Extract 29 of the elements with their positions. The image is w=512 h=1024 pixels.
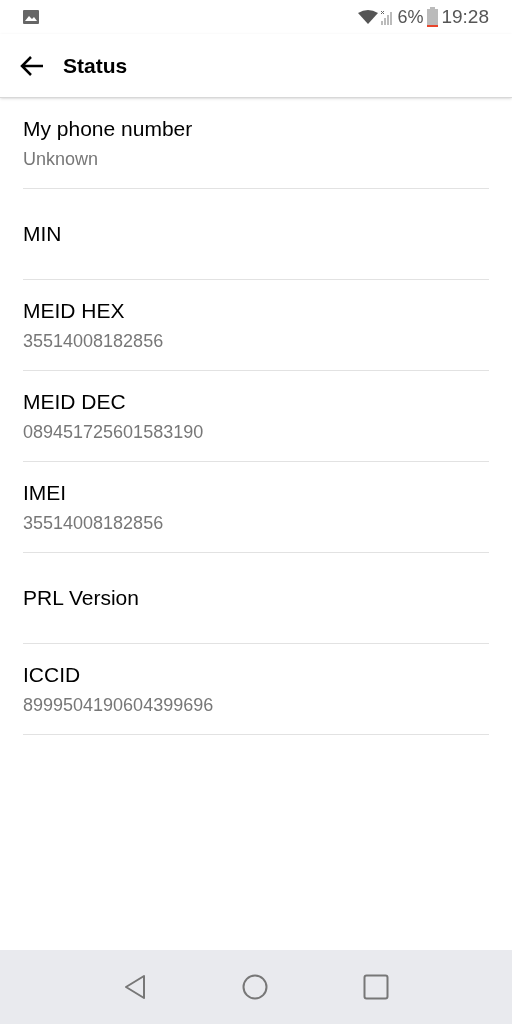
recent-apps-button[interactable] — [363, 974, 389, 1000]
item-label: IMEI — [23, 480, 68, 506]
item-value: 35514008182856 — [23, 512, 165, 535]
screen-title: Status — [63, 52, 128, 79]
home-button[interactable] — [242, 974, 268, 1000]
item-value: 8999504190604399696 — [23, 694, 215, 717]
battery-percent: 6% — [397, 5, 424, 29]
battery-icon — [427, 7, 439, 27]
list-item[interactable]: MEID DEC 089451725601583190 — [23, 371, 489, 462]
item-label: ICCID — [23, 662, 82, 688]
item-label: PRL Version — [23, 585, 140, 611]
item-label: MIN — [23, 221, 63, 247]
list-item[interactable]: MEID HEX 35514008182856 — [23, 280, 489, 371]
item-value: Unknown — [23, 148, 100, 171]
list-item[interactable]: My phone number Unknown — [23, 98, 489, 189]
signal-icon — [380, 9, 395, 25]
list-item[interactable]: ICCID 8999504190604399696 — [23, 644, 489, 735]
item-value: 089451725601583190 — [23, 421, 205, 444]
clock: 19:28 — [441, 4, 489, 29]
back-nav-button[interactable] — [123, 974, 147, 1000]
gallery-icon — [23, 10, 39, 24]
item-label: My phone number — [23, 116, 194, 142]
list-item[interactable]: IMEI 35514008182856 — [23, 462, 489, 553]
list-item[interactable]: MIN — [23, 189, 489, 280]
item-label: MEID HEX — [23, 298, 126, 324]
list-item[interactable]: PRL Version — [23, 553, 489, 644]
item-value: 35514008182856 — [23, 330, 165, 353]
item-label: MEID DEC — [23, 389, 127, 415]
wifi-icon — [358, 10, 379, 24]
